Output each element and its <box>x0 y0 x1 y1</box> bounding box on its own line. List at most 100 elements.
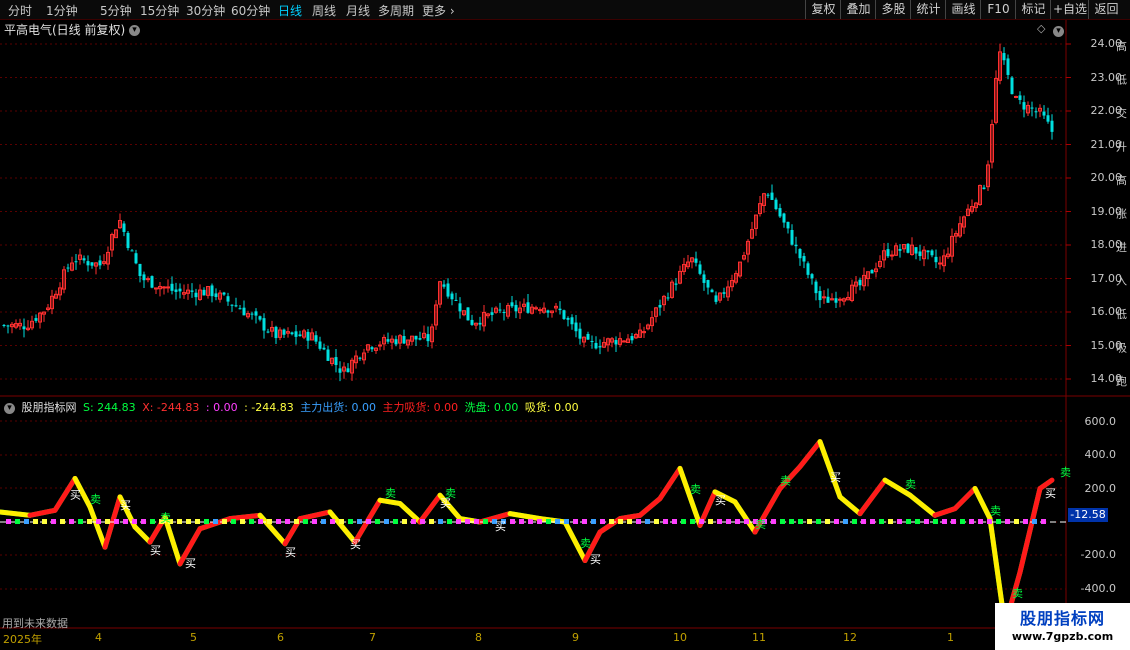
candle-body <box>414 335 418 340</box>
zero-marker <box>78 519 83 524</box>
candle-body <box>346 368 350 373</box>
buy-signal-label: 买 <box>70 488 81 501</box>
zero-marker <box>744 519 749 524</box>
candle-body <box>1018 95 1022 100</box>
date-tick: 4 <box>95 631 102 644</box>
buy-signal-label: 买 <box>590 553 601 566</box>
sell-signal-label: 卖 <box>385 487 396 500</box>
indicator-tick: -400.0 <box>1080 582 1116 595</box>
zero-marker <box>537 519 542 524</box>
indicator-s: S: 244.83 <box>83 401 136 414</box>
zero-marker <box>177 519 182 524</box>
candle-body <box>222 292 226 295</box>
zero-marker <box>1014 519 1019 524</box>
candle-body <box>178 288 182 292</box>
zero-marker <box>519 519 524 524</box>
candle-body <box>1022 102 1026 110</box>
candle-body <box>806 263 810 275</box>
zero-marker <box>483 519 488 524</box>
candle-body <box>930 250 934 256</box>
zero-marker <box>564 519 569 524</box>
indicator-dropdown-icon[interactable]: ▾ <box>4 402 15 414</box>
indicator-tick: 200.0 <box>1084 482 1117 495</box>
zero-marker <box>942 519 947 524</box>
candle-body <box>170 283 174 291</box>
x-series-segment <box>132 524 153 545</box>
zero-marker <box>960 519 965 524</box>
zero-marker <box>330 519 335 524</box>
zero-marker <box>474 519 479 524</box>
x-series-segment <box>677 465 703 528</box>
zero-marker <box>573 519 578 524</box>
zero-marker <box>1032 519 1037 524</box>
price-tick: 16.00 <box>1090 305 1123 318</box>
x-series-segment <box>0 509 33 518</box>
zero-marker <box>996 519 1001 524</box>
candle-body <box>126 232 130 248</box>
zero-marker <box>213 519 218 524</box>
x-series-segment <box>907 492 938 518</box>
date-tick: 7 <box>369 631 376 644</box>
candle-body <box>674 283 678 285</box>
zero-marker <box>15 519 20 524</box>
zero-marker <box>546 519 551 524</box>
zero-marker <box>285 519 290 524</box>
candle-body <box>66 267 70 269</box>
buy-signal-label: 买 <box>350 538 361 551</box>
buy-signal-label: 买 <box>830 471 841 484</box>
x-series-segment <box>952 486 978 512</box>
candle-body <box>1010 77 1014 95</box>
candle-body <box>254 311 258 316</box>
candle-body <box>130 250 134 252</box>
x-series-segment <box>657 465 683 502</box>
candle-body <box>210 285 214 297</box>
candle-body <box>234 305 238 307</box>
x-series-segment <box>297 509 333 522</box>
indicator-wash: 洗盘: 0.00 <box>464 401 519 414</box>
candle-body <box>818 290 822 301</box>
zero-marker <box>42 519 47 524</box>
sell-signal-label: 卖 <box>990 505 1001 518</box>
x-series-segment <box>732 499 758 535</box>
candle-body <box>242 307 246 316</box>
zero-marker <box>654 519 659 524</box>
x-series-segment <box>377 497 403 507</box>
candle-body <box>814 281 818 294</box>
zero-marker <box>555 519 560 524</box>
candle-body <box>766 194 770 196</box>
candle-body <box>498 309 502 311</box>
zero-marker <box>123 519 128 524</box>
buy-signal-label: 买 <box>495 520 506 533</box>
buy-signal-label: 买 <box>285 546 296 559</box>
zero-marker <box>636 519 641 524</box>
zero-marker <box>789 519 794 524</box>
zero-marker <box>96 519 101 524</box>
candle-body <box>926 250 930 253</box>
zero-marker <box>852 519 857 524</box>
candle-body <box>478 322 482 325</box>
buy-signal-label: 买 <box>185 557 196 570</box>
zero-marker <box>816 519 821 524</box>
indicator-field3: : 0.00 <box>205 401 238 414</box>
zero-marker <box>591 519 596 524</box>
zero-marker <box>141 519 146 524</box>
candle-body <box>982 187 986 190</box>
candle-body <box>290 332 294 335</box>
candle-body <box>466 307 470 321</box>
candle-body <box>714 295 718 302</box>
candle-body <box>490 312 494 315</box>
zero-marker <box>294 519 299 524</box>
zero-marker <box>366 519 371 524</box>
zero-marker <box>186 519 191 524</box>
candle-body <box>238 308 242 310</box>
candle-body <box>138 263 142 277</box>
date-tick: 9 <box>572 631 579 644</box>
zero-marker <box>510 519 515 524</box>
candle-body <box>510 302 514 307</box>
zero-marker <box>258 519 263 524</box>
zero-marker <box>150 519 155 524</box>
candle-body <box>918 251 922 257</box>
sell-signal-label: 卖 <box>1060 466 1071 479</box>
indicator-name[interactable]: 股朋指标网 <box>22 401 77 414</box>
candle-body <box>514 304 518 312</box>
